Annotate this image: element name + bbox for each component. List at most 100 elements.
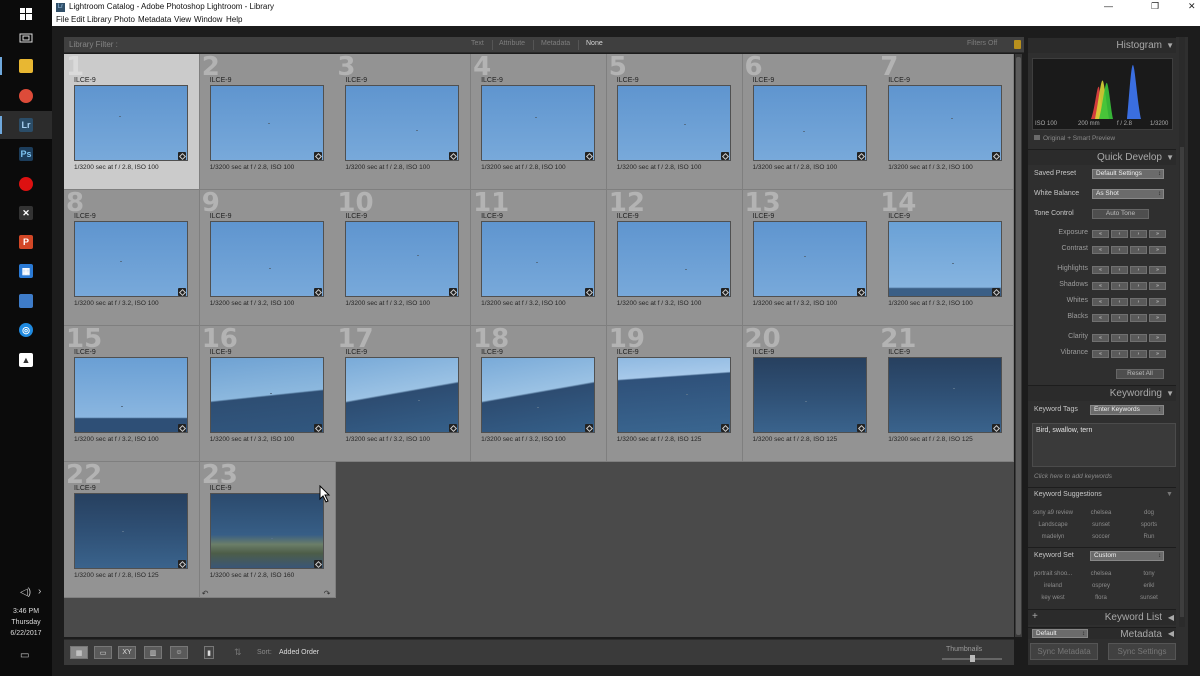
task-view-button[interactable] — [0, 24, 52, 52]
grid-cell[interactable]: 4 ILCE-9 1/3200 sec at f / 2.8, ISO 100 — [471, 54, 608, 190]
photo-thumbnail[interactable] — [209, 357, 324, 433]
notification-icon[interactable]: ▭ — [20, 650, 29, 661]
edit-badge-icon[interactable] — [856, 424, 865, 432]
adjust-step-button[interactable]: « — [1092, 230, 1109, 238]
menu-view[interactable]: View — [174, 15, 191, 24]
rotate-right-icon[interactable]: ↷ — [324, 589, 331, 597]
grid-cell[interactable]: 23 ILCE-9 1/3200 sec at f / 2.8, ISO 160 ↶ ↷ — [199, 462, 336, 598]
grid-cell[interactable]: 15 ILCE-9 1/3200 sec at f / 3.2, ISO 100 — [64, 326, 200, 462]
adjust-step-button[interactable]: › — [1130, 298, 1147, 306]
photo-thumbnail[interactable] — [74, 221, 188, 297]
filter-text[interactable]: Text — [471, 40, 484, 47]
grid-cell[interactable]: 7 ILCE-9 1/3200 sec at f / 3.2, ISO 100 — [878, 54, 1015, 190]
taskbar-store[interactable]: ▦ — [0, 257, 52, 285]
grid-view-button[interactable]: ▦ — [70, 646, 88, 659]
people-view-button[interactable]: ☺ — [170, 646, 188, 659]
taskbar-chrome[interactable] — [0, 82, 52, 110]
photo-thumbnail[interactable] — [209, 493, 324, 569]
adjust-step-button[interactable]: » — [1149, 230, 1166, 238]
grid-cell[interactable]: 10 ILCE-9 1/3200 sec at f / 3.2, ISO 100 — [335, 190, 472, 326]
add-keyword-plus-icon[interactable]: + — [1032, 611, 1038, 622]
photo-thumbnail[interactable] — [752, 357, 867, 433]
keyword-chip[interactable]: flora — [1078, 595, 1124, 601]
adjust-step-button[interactable]: ‹ — [1111, 230, 1128, 238]
filters-off-dropdown[interactable]: Filters Off — [967, 40, 997, 47]
grid-cell[interactable]: 14 ILCE-9 1/3200 sec at f / 3.2, ISO 100 — [878, 190, 1015, 326]
menu-edit[interactable]: Edit — [71, 15, 85, 24]
keyword-chip[interactable]: ireland — [1030, 583, 1076, 589]
keyword-chip[interactable]: madelyn — [1030, 534, 1076, 540]
keyword-chip[interactable]: soccer — [1078, 534, 1124, 540]
rotate-left-icon[interactable]: ↶ — [202, 589, 209, 597]
edit-badge-icon[interactable] — [449, 424, 458, 432]
filter-attribute[interactable]: Attribute — [499, 40, 525, 47]
grid-cell[interactable]: 21 ILCE-9 1/3200 sec at f / 2.8, ISO 125 — [878, 326, 1015, 462]
survey-view-button[interactable]: ▥ — [144, 646, 162, 659]
taskbar-photos[interactable]: ▲ — [0, 346, 52, 374]
photo-thumbnail[interactable] — [481, 221, 596, 297]
right-panel-scrollbar[interactable] — [1179, 37, 1185, 627]
photo-thumbnail[interactable] — [616, 221, 731, 297]
edit-badge-icon[interactable] — [585, 288, 594, 296]
saved-preset-dropdown[interactable]: Default Settings — [1092, 169, 1164, 179]
photo-thumbnail[interactable] — [888, 221, 1003, 297]
taskbar-lightroom[interactable]: Lr — [0, 111, 52, 139]
menu-library[interactable]: Library — [87, 15, 111, 24]
taskbar-clock[interactable]: 3:46 PM Thursday 6/22/2017 — [0, 606, 52, 639]
keyword-chip[interactable]: chelsea — [1078, 571, 1124, 577]
taskbar-photoshop[interactable]: Ps — [0, 140, 52, 168]
collapse-triangle-icon[interactable]: ▼ — [1166, 491, 1173, 498]
keyword-chip[interactable]: Landscape — [1030, 522, 1076, 528]
grid-cell[interactable]: 16 ILCE-9 1/3200 sec at f / 3.2, ISO 100 — [199, 326, 336, 462]
taskbar-file-explorer[interactable] — [0, 52, 52, 80]
edit-badge-icon[interactable] — [178, 152, 186, 160]
edit-badge-icon[interactable] — [313, 288, 322, 296]
thumbnail-size-slider[interactable] — [942, 655, 1002, 662]
adjust-step-button[interactable]: » — [1149, 350, 1166, 358]
photo-thumbnail[interactable] — [345, 357, 460, 433]
edit-badge-icon[interactable] — [449, 288, 458, 296]
keyword-chip[interactable]: sony a9 review — [1030, 510, 1076, 516]
filter-metadata[interactable]: Metadata — [541, 40, 570, 47]
adjust-step-button[interactable]: » — [1149, 334, 1166, 342]
photo-thumbnail[interactable] — [481, 357, 596, 433]
keyword-chip[interactable]: tony — [1126, 571, 1172, 577]
grid-cell[interactable]: 20 ILCE-9 1/3200 sec at f / 2.8, ISO 125 — [742, 326, 879, 462]
edit-badge-icon[interactable] — [992, 424, 1001, 432]
keyword-list-header[interactable]: + Keyword List ◀ — [1028, 609, 1176, 625]
grid-cell[interactable]: 22 ILCE-9 1/3200 sec at f / 2.8, ISO 125 — [64, 462, 200, 598]
grid-cell[interactable]: 3 ILCE-9 1/3200 sec at f / 2.8, ISO 100 — [335, 54, 472, 190]
keyword-chip[interactable]: erikl — [1126, 583, 1172, 589]
adjust-step-button[interactable]: › — [1130, 350, 1147, 358]
menu-photo[interactable]: Photo — [114, 15, 135, 24]
edit-badge-icon[interactable] — [178, 288, 186, 296]
edit-badge-icon[interactable] — [992, 152, 1001, 160]
adjust-step-button[interactable]: « — [1092, 314, 1109, 322]
adjust-step-button[interactable]: » — [1149, 282, 1166, 290]
adjust-step-button[interactable]: ‹ — [1111, 266, 1128, 274]
adjust-step-button[interactable]: « — [1092, 298, 1109, 306]
keyword-chip[interactable]: Run — [1126, 534, 1172, 540]
tray-expand-icon[interactable]: › — [38, 586, 41, 597]
filter-none[interactable]: None — [586, 40, 603, 47]
taskbar-app-red[interactable] — [0, 170, 52, 198]
keyword-chip[interactable]: chelsea — [1078, 510, 1124, 516]
keyword-chip[interactable]: key west — [1030, 595, 1076, 601]
adjust-step-button[interactable]: ‹ — [1111, 314, 1128, 322]
white-balance-dropdown[interactable]: As Shot — [1092, 189, 1164, 199]
thumbnail-slider-knob[interactable] — [969, 655, 975, 662]
photo-thumbnail[interactable] — [74, 85, 188, 161]
adjust-step-button[interactable]: › — [1130, 246, 1147, 254]
grid-cell[interactable]: 1 ILCE-9 1/3200 sec at f / 2.8, ISO 100 — [64, 54, 200, 190]
adjust-step-button[interactable]: ‹ — [1111, 298, 1128, 306]
edit-badge-icon[interactable] — [720, 152, 729, 160]
adjust-step-button[interactable]: « — [1092, 282, 1109, 290]
keyword-chip[interactable]: portrait shoo... — [1030, 571, 1076, 577]
keyword-chip[interactable]: sports — [1126, 522, 1172, 528]
adjust-step-button[interactable]: « — [1092, 266, 1109, 274]
photo-thumbnail[interactable] — [888, 85, 1003, 161]
photo-thumbnail[interactable] — [74, 357, 188, 433]
reset-all-button[interactable]: Reset All — [1116, 369, 1164, 379]
right-panel-scrollbar-thumb[interactable] — [1180, 147, 1184, 617]
lock-icon[interactable] — [1014, 40, 1021, 49]
